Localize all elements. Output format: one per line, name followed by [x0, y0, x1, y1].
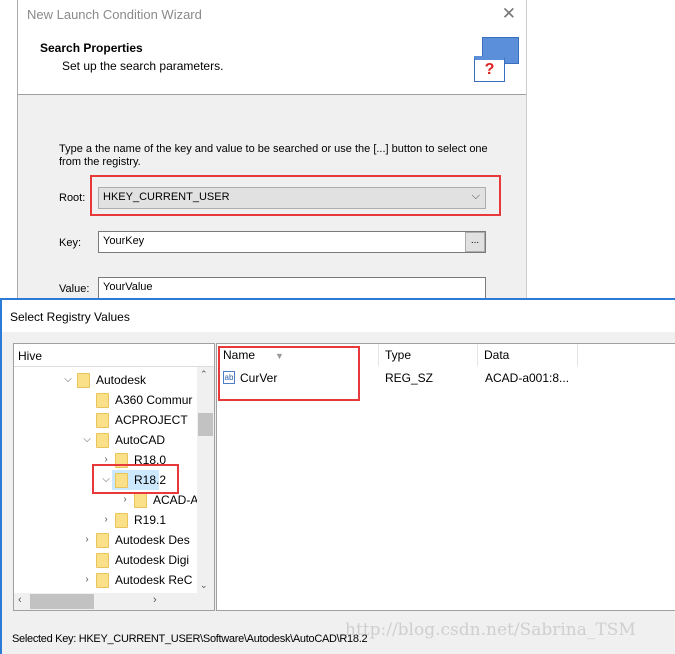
tree-item[interactable]: Autodesk Digi — [14, 550, 197, 570]
value-type: REG_SZ — [385, 371, 434, 385]
horizontal-scrollbar[interactable]: ‹ › — [14, 593, 214, 610]
close-icon[interactable]: ✕ — [502, 4, 516, 24]
value-value: YourValue — [103, 281, 153, 293]
dialog-title-bar: Select Registry Values — [2, 300, 675, 332]
key-input[interactable]: YourKey — [98, 231, 486, 253]
chevron-down-icon[interactable]: ⌵ — [62, 370, 74, 390]
name-highlight-box — [218, 346, 360, 401]
scroll-right-icon[interactable]: › — [153, 594, 157, 606]
tree-item[interactable]: › Autodesk ReC — [14, 570, 197, 590]
tree-item[interactable]: ⌵ Autodesk — [14, 370, 197, 390]
folder-icon — [96, 553, 109, 568]
key-value: YourKey — [103, 235, 145, 247]
tree-item-label: Autodesk Digi — [115, 553, 190, 567]
dialog-title: Select Registry Values — [10, 310, 130, 324]
tree-item[interactable]: › Autodesk Des — [14, 530, 197, 550]
r18-highlight-box — [92, 464, 179, 494]
vertical-scrollbar[interactable]: ⌃ ⌄ — [197, 367, 214, 593]
column-type[interactable]: Type — [379, 344, 478, 366]
wizard-header: New Launch Condition Wizard ✕ Search Pro… — [18, 0, 526, 95]
tree-item[interactable]: ⌵ AutoCAD — [14, 430, 197, 450]
tree-item-label: AutoCAD — [115, 433, 166, 447]
tree-item[interactable]: › R19.1 — [14, 510, 197, 530]
folder-icon — [96, 573, 109, 588]
folder-icon — [96, 533, 109, 548]
chevron-right-icon[interactable]: › — [81, 570, 93, 590]
tree-item-label: Autodesk Des — [115, 533, 190, 547]
value-data: ACAD-a001:8... — [485, 371, 570, 385]
scroll-up-icon[interactable]: ⌃ — [200, 369, 208, 380]
page-heading: Search Properties — [40, 41, 143, 55]
selected-key-status: Selected Key: HKEY_CURRENT_USER\Software… — [12, 633, 368, 645]
value-input[interactable]: YourValue — [98, 277, 486, 299]
root-dropdown[interactable]: HKEY_CURRENT_USER ⌵ — [98, 187, 486, 209]
hscroll-thumb[interactable] — [30, 594, 94, 609]
page-subheading: Set up the search parameters. — [62, 59, 224, 73]
chevron-right-icon[interactable]: › — [81, 530, 93, 550]
root-label: Root: — [59, 192, 86, 204]
tree-item-label: Autodesk — [96, 373, 147, 387]
chevron-right-icon[interactable]: › — [100, 510, 112, 530]
select-registry-values-dialog: Select Registry Values Hive ⌵ Autodesk A36… — [0, 298, 675, 654]
folder-icon — [96, 393, 109, 408]
instructions-text: Type a the name of the key and value to … — [59, 143, 488, 168]
tree-item-label: Autodesk ReC — [115, 573, 193, 587]
folder-icon — [96, 433, 109, 448]
root-value: HKEY_CURRENT_USER — [103, 191, 230, 203]
watermark: http://blog.csdn.net/Sabrina_TSM — [345, 620, 636, 640]
scroll-thumb[interactable] — [198, 413, 213, 436]
tree-item[interactable]: A360 Commur — [14, 390, 197, 410]
value-label: Value: — [59, 283, 90, 295]
folder-icon — [96, 413, 109, 428]
browse-button[interactable]: ... — [465, 232, 485, 252]
key-label: Key: — [59, 237, 82, 249]
window-title: New Launch Condition Wizard — [27, 7, 202, 22]
column-data[interactable]: Data — [478, 344, 578, 366]
chevron-down-icon[interactable]: ⌵ — [81, 430, 93, 450]
tree-item[interactable]: ACPROJECT — [14, 410, 197, 430]
tree-item-label: A360 Commur — [115, 393, 193, 407]
help-question-icon: ? — [474, 56, 505, 82]
tree-header-hive[interactable]: Hive — [14, 344, 214, 367]
folder-icon — [134, 493, 147, 508]
scroll-left-icon[interactable]: ‹ — [18, 594, 22, 606]
tree-item-label: ACPROJECT — [115, 413, 188, 427]
folder-icon — [115, 513, 128, 528]
tree-item-label: R19.1 — [134, 513, 167, 527]
scroll-down-icon[interactable]: ⌄ — [200, 580, 208, 591]
launch-condition-wizard: New Launch Condition Wizard ✕ Search Pro… — [17, 0, 527, 300]
folder-icon — [77, 373, 90, 388]
chevron-down-icon: ⌵ — [471, 190, 480, 202]
